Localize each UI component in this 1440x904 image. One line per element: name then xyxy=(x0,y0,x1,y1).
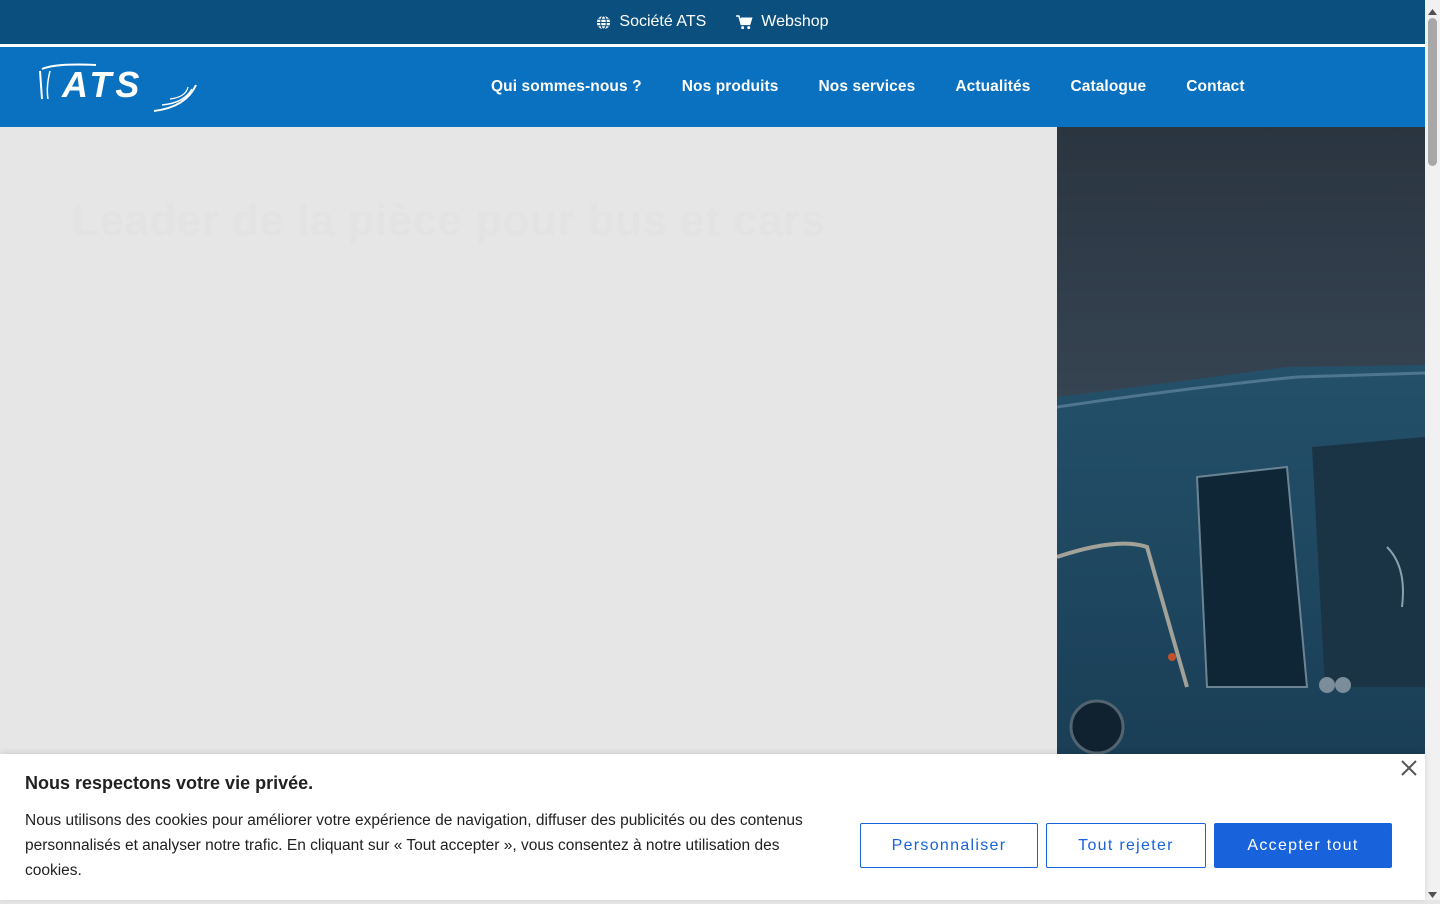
hero-title: Leader de la pièce pour bus et cars xyxy=(72,196,826,245)
top-bar: Société ATS Webshop xyxy=(0,0,1425,44)
nav-item-catalogue[interactable]: Catalogue xyxy=(1070,78,1146,96)
scroll-up-icon[interactable] xyxy=(1428,3,1437,15)
webshop-link[interactable]: Webshop xyxy=(736,13,829,31)
company-label: Société ATS xyxy=(619,13,707,30)
main-nav: Qui sommes-nous ? Nos produits Nos servi… xyxy=(491,47,1245,127)
ats-logo[interactable]: ATS xyxy=(36,59,204,115)
cart-icon xyxy=(736,14,753,30)
main-header: ATS Qui sommes-nous ? Nos produits Nos s… xyxy=(0,47,1425,127)
webshop-label: Webshop xyxy=(761,13,829,30)
scrollbar-thumb[interactable] xyxy=(1428,18,1437,166)
logo-text: ATS xyxy=(61,64,143,105)
accept-all-button[interactable]: Accepter tout xyxy=(1214,823,1392,868)
nav-item-news[interactable]: Actualités xyxy=(955,78,1030,96)
globe-icon xyxy=(596,14,611,30)
nav-item-contact[interactable]: Contact xyxy=(1186,78,1244,96)
cookie-banner: Nous respectons votre vie privée. Nous u… xyxy=(0,754,1425,900)
close-icon[interactable] xyxy=(1399,758,1419,778)
scroll-down-icon[interactable] xyxy=(1428,886,1437,898)
company-link[interactable]: Société ATS xyxy=(596,13,706,31)
cookie-description: Nous utilisons des cookies pour améliore… xyxy=(25,812,803,879)
customize-button[interactable]: Personnaliser xyxy=(860,823,1038,868)
cookie-title: Nous respectons votre vie privée. xyxy=(25,773,314,793)
nav-item-services[interactable]: Nos services xyxy=(818,78,915,96)
nav-item-products[interactable]: Nos produits xyxy=(682,78,779,96)
reject-all-button[interactable]: Tout rejeter xyxy=(1046,823,1206,868)
nav-item-about[interactable]: Qui sommes-nous ? xyxy=(491,78,642,96)
